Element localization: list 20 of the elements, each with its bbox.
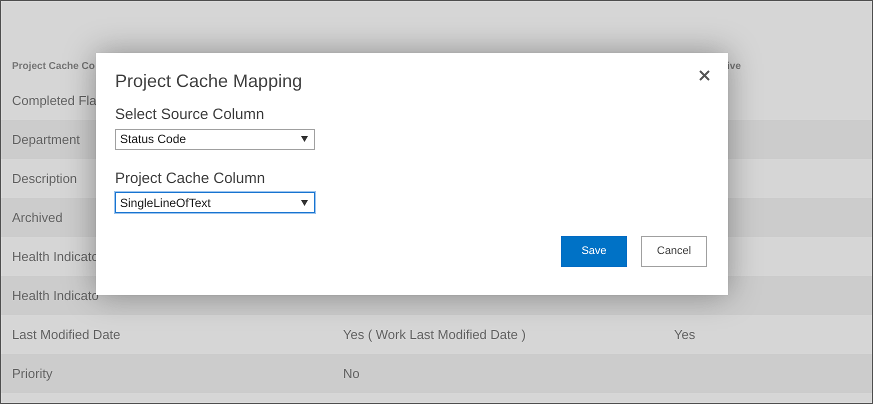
dropdown[interactable]: SingleLineOfText <box>115 192 315 213</box>
dialog-title: Project Cache Mapping <box>115 70 302 93</box>
table-cell-text: Completed Fla <box>12 92 97 110</box>
dropdown[interactable]: Status Code <box>115 128 315 150</box>
close-icon[interactable] <box>699 70 710 81</box>
table-cell-text: Priority <box>12 364 52 383</box>
table-cell-text: Yes <box>674 326 696 344</box>
table-cell-text: Yes ( Work Last Modified Date ) <box>343 326 526 344</box>
table-cell-text: Description <box>12 170 78 188</box>
column-header: Project Cache Co <box>12 60 96 74</box>
caret-icon <box>301 136 308 142</box>
table-cell-text: Last Modified Date <box>12 326 120 344</box>
table-cell-text: No <box>343 364 360 383</box>
table-cell-text: Department <box>12 130 80 149</box>
save-button[interactable]: Save <box>561 236 627 267</box>
table-cell-text: Archived <box>12 208 63 227</box>
table-cell-text: Health Indicato <box>12 286 99 305</box>
field-label: Select Source Column <box>115 105 266 125</box>
field-label: Project Cache Column <box>115 168 266 188</box>
cancel-button[interactable]: Cancel <box>641 236 707 267</box>
